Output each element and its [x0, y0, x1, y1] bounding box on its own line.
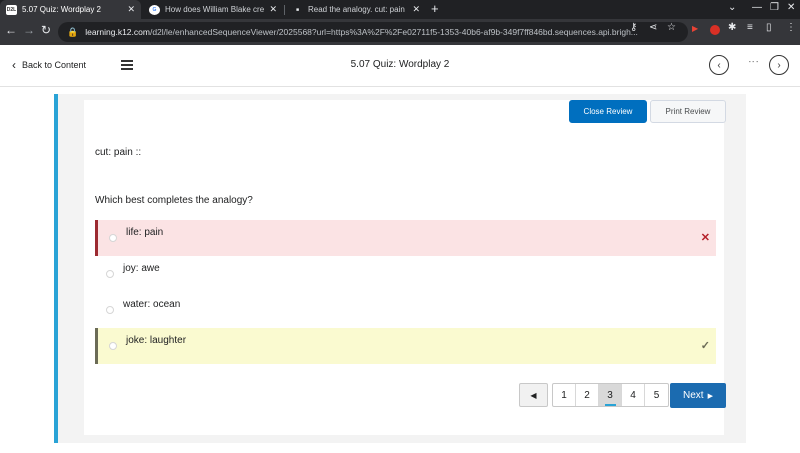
page-favicon-icon: ■ — [295, 6, 300, 13]
print-review-button[interactable]: Print Review — [650, 100, 726, 123]
question-stem: cut: pain :: — [95, 147, 142, 158]
content-area: Close Review Print Review cut: pain :: W… — [54, 94, 746, 443]
radio-button[interactable] — [109, 234, 117, 242]
page-button-5[interactable]: 5 — [645, 384, 668, 406]
share-icon[interactable]: ⋖ — [649, 22, 657, 33]
google-favicon-icon: G — [149, 4, 160, 15]
incorrect-x-icon: ✕ — [700, 232, 710, 244]
restore-icon[interactable]: ❐ — [770, 2, 779, 13]
extensions-puzzle-icon[interactable]: ✱ — [728, 22, 736, 33]
new-tab-icon[interactable]: + — [431, 1, 439, 16]
chevron-left-icon: ‹ — [717, 59, 721, 71]
quiz-card: Close Review Print Review cut: pain :: W… — [84, 100, 726, 435]
tab-title: How does William Blake create — [165, 5, 265, 14]
tab-search-icon[interactable]: ⌄ — [728, 2, 736, 13]
close-icon[interactable]: ✕ — [412, 4, 420, 15]
answer-option[interactable]: life: pain ✕ — [95, 220, 716, 256]
answer-label: joke: laughter — [126, 335, 187, 346]
extension-play-icon[interactable]: ▶ — [692, 24, 698, 33]
extension-record-icon[interactable] — [710, 25, 720, 35]
address-bar[interactable]: 🔒 learning.k12.com/d2l/le/enhancedSequen… — [58, 22, 688, 42]
back-arrow-icon[interactable]: ← — [5, 23, 17, 37]
close-icon[interactable]: ✕ — [127, 4, 135, 15]
close-review-button[interactable]: Close Review — [569, 100, 647, 123]
url-text: learning.k12.com/d2l/le/enhancedSequence… — [85, 27, 638, 37]
page-button-1[interactable]: 1 — [553, 384, 576, 406]
caret-left-icon: ◀ — [530, 390, 537, 400]
media-icon[interactable]: ≡ — [747, 22, 753, 33]
answer-option[interactable]: joy: awe — [95, 256, 716, 292]
lock-icon: 🔒 — [67, 26, 79, 37]
browser-menu-icon[interactable]: ⋮ — [786, 22, 796, 33]
browser-tabstrip: D2L 5.07 Quiz: Wordplay 2 ✕ G How does W… — [0, 0, 800, 19]
next-topic-button[interactable]: › — [769, 55, 789, 75]
window-close-icon[interactable]: ✕ — [787, 2, 795, 13]
browser-tab-analogy[interactable]: ■ Read the analogy. cut: pain :: W ✕ — [286, 0, 426, 19]
page: ‹ Back to Content 5.07 Quiz: Wordplay 2 … — [0, 45, 800, 453]
browser-tab-quiz[interactable]: D2L 5.07 Quiz: Wordplay 2 ✕ — [0, 0, 141, 19]
side-panel-icon[interactable]: ▯ — [766, 22, 772, 33]
answer-option[interactable]: joke: laughter ✓ — [95, 328, 716, 364]
key-icon[interactable]: ⚷ — [630, 22, 637, 33]
page-button-4[interactable]: 4 — [622, 384, 645, 406]
previous-topic-button[interactable]: ‹ — [709, 55, 729, 75]
caret-right-icon: ▶ — [707, 392, 713, 400]
tab-title: Read the analogy. cut: pain :: W — [308, 5, 407, 14]
tab-divider — [284, 5, 285, 15]
radio-button[interactable] — [106, 306, 114, 314]
page-title: 5.07 Quiz: Wordplay 2 — [350, 59, 450, 70]
previous-page-button[interactable]: ◀ — [519, 383, 548, 407]
answer-label: water: ocean — [123, 299, 181, 310]
minimize-icon[interactable]: — — [752, 2, 762, 13]
next-button[interactable]: Next ▶ — [670, 383, 726, 408]
page-button-3[interactable]: 3 — [599, 384, 622, 406]
bookmark-star-icon[interactable]: ☆ — [667, 22, 676, 33]
app-bar: ‹ Back to Content 5.07 Quiz: Wordplay 2 … — [0, 45, 800, 87]
d2l-favicon-icon: D2L — [6, 4, 17, 15]
chevron-right-icon: › — [777, 59, 781, 71]
close-icon[interactable]: ✕ — [269, 4, 277, 15]
answer-option[interactable]: water: ocean — [95, 292, 716, 328]
answer-label: joy: awe — [123, 263, 160, 274]
divider-dots: ⋮ — [747, 56, 759, 66]
tab-title: 5.07 Quiz: Wordplay 2 — [22, 5, 102, 14]
reload-icon[interactable]: ↻ — [41, 23, 51, 37]
browser-tab-blake[interactable]: G How does William Blake create ✕ — [143, 0, 283, 19]
forward-arrow-icon[interactable]: → — [23, 23, 35, 37]
radio-button[interactable] — [109, 342, 117, 350]
page-number-list: 1 2 3 4 5 — [552, 383, 669, 407]
page-button-2[interactable]: 2 — [576, 384, 599, 406]
answer-label: life: pain — [126, 227, 164, 238]
radio-button[interactable] — [106, 270, 114, 278]
browser-toolbar: ← → ↻ 🔒 learning.k12.com/d2l/le/enhanced… — [0, 19, 800, 45]
next-button-label: Next — [683, 390, 704, 401]
question-prompt: Which best completes the analogy? — [95, 195, 253, 206]
correct-check-icon: ✓ — [700, 340, 710, 352]
